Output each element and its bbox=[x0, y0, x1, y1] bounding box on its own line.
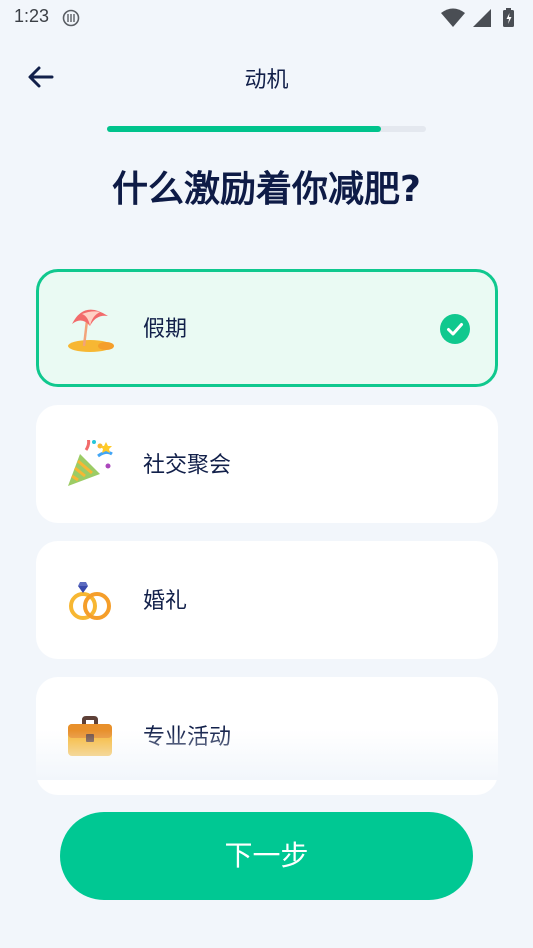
beach-umbrella-icon bbox=[68, 309, 114, 352]
option-social-gathering[interactable]: 社交聚会 bbox=[36, 405, 498, 523]
progress-fill bbox=[107, 126, 382, 132]
option-label: 社交聚会 bbox=[143, 453, 232, 478]
party-popper-icon bbox=[68, 440, 113, 486]
header: 动机 bbox=[0, 48, 533, 104]
status-time: 1:23 bbox=[14, 6, 50, 26]
option-wedding[interactable]: 婚礼 bbox=[36, 541, 498, 659]
option-label: 假期 bbox=[143, 317, 188, 342]
wifi-icon bbox=[441, 8, 465, 27]
page-title: 动机 bbox=[244, 68, 289, 93]
signal-icon bbox=[473, 9, 491, 27]
option-vacation[interactable]: 假期 bbox=[36, 269, 498, 387]
briefcase-icon bbox=[68, 716, 112, 756]
option-professional-event[interactable]: 专业活动 bbox=[36, 677, 498, 795]
notification-icon bbox=[62, 9, 80, 27]
option-label: 婚礼 bbox=[143, 589, 188, 614]
next-button[interactable]: 下一步 bbox=[60, 812, 473, 900]
battery-icon bbox=[503, 8, 514, 27]
question-title: 什么激励着你减肥? bbox=[112, 169, 421, 210]
check-circle-icon bbox=[440, 314, 470, 344]
status-bar: 1:23 bbox=[0, 0, 533, 36]
wedding-rings-icon bbox=[69, 582, 111, 620]
status-icons bbox=[441, 8, 514, 27]
option-label: 专业活动 bbox=[143, 725, 232, 750]
progress-bar bbox=[107, 126, 426, 132]
